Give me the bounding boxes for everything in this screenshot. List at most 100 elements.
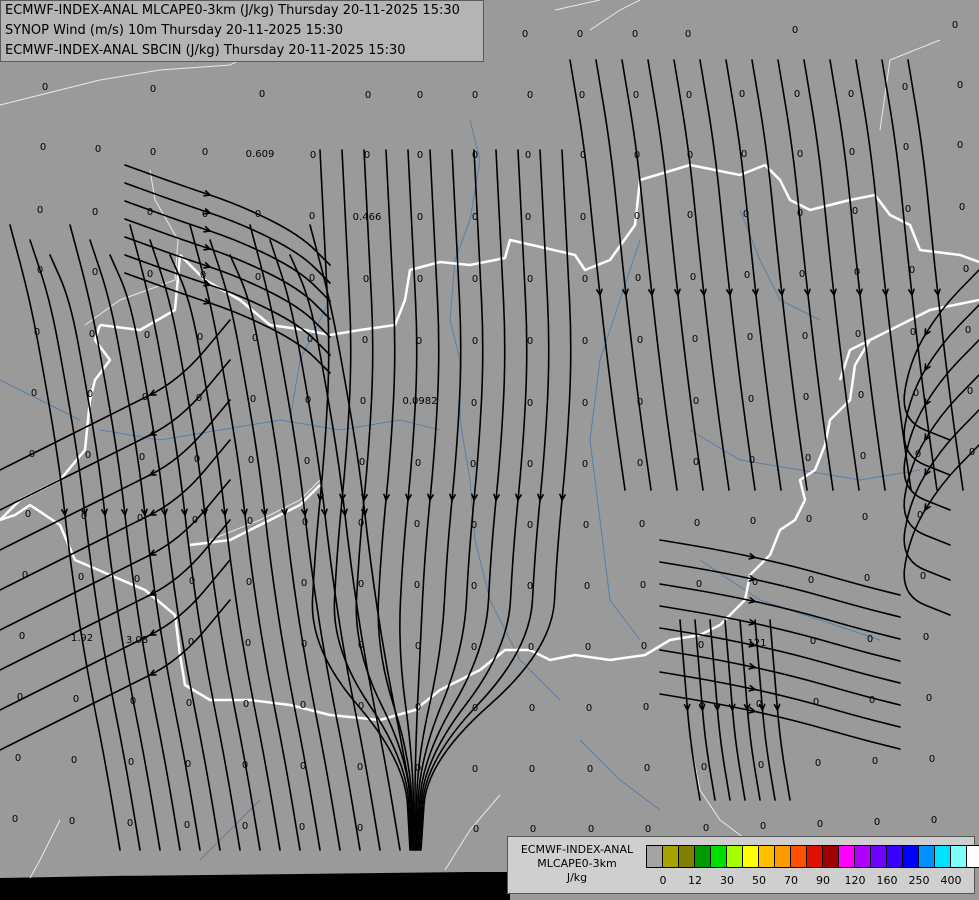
sbcin-value: 0 [855,329,861,340]
sbcin-value: 0 [358,701,364,712]
sbcin-value: 0 [806,514,812,525]
sbcin-value: 0 [739,89,745,100]
sbcin-value: 0 [965,325,971,336]
sbcin-value: 0 [580,212,586,223]
sbcin-value: 0 [202,147,208,158]
legend-label: ECMWF-INDEX-ANAL MLCAPE0-3km J/kg [512,843,642,885]
sbcin-value: 0 [862,512,868,523]
sbcin-value: 0 [414,519,420,530]
sbcin-value: 0 [744,270,750,281]
sbcin-value: 0 [903,142,909,153]
sbcin-value: 0 [259,89,265,100]
sbcin-value: 0 [690,272,696,283]
sbcin-value: 0 [703,823,709,834]
sbcin-value: 0 [701,762,707,773]
sbcin-value: 0 [364,150,370,161]
sbcin-value: 0 [529,764,535,775]
legend-swatch [663,846,679,867]
sbcin-value: 0 [758,760,764,771]
sbcin-value: 0 [643,702,649,713]
sbcin-value: 0 [854,267,860,278]
sbcin-value: 0 [300,700,306,711]
sbcin-value: 0 [923,632,929,643]
sbcin-value: 0 [150,84,156,95]
sbcin-value: 0 [586,703,592,714]
sbcin-value: 0 [645,824,651,835]
sbcin-value: 0 [874,817,880,828]
sbcin-value: 0 [472,90,478,101]
sbcin-value: 0 [802,331,808,342]
sbcin-value: 0 [805,453,811,464]
sbcin-value: 0 [301,639,307,650]
sbcin-value: 0 [150,147,156,158]
sbcin-value: 0 [525,212,531,223]
sbcin-value: 0 [184,820,190,831]
sbcin-value: 0 [917,510,923,521]
sbcin-value: 0 [525,150,531,161]
sbcin-value: 0 [414,580,420,591]
sbcin-value: 0 [73,694,79,705]
legend-swatch [855,846,871,867]
sbcin-value: 0 [797,149,803,160]
title-line-mlcape: ECMWF-INDEX-ANAL MLCAPE0-3km (J/kg) Thur… [5,3,460,18]
legend-swatch [759,846,775,867]
sbcin-value: 0 [471,581,477,592]
sbcin-value: 0 [87,389,93,400]
sbcin-value: 0 [305,395,311,406]
sbcin-value: 0 [81,511,87,522]
sbcin-value: 0 [585,642,591,653]
legend-swatch [695,846,711,867]
sbcin-value: 0 [902,82,908,93]
sbcin-value: 0 [750,516,756,527]
sbcin-value: 0 [686,90,692,101]
sbcin-value: 0 [869,695,875,706]
sbcin-value: 0 [743,209,749,220]
sbcin-value: 0 [357,762,363,773]
sbcin-value: 0 [634,150,640,161]
sbcin-value: 0 [633,90,639,101]
sbcin-value: 0 [472,336,478,347]
sbcin-value: 0 [246,577,252,588]
sbcin-value: 0 [362,335,368,346]
sbcin-value: 0 [144,330,150,341]
legend-tick-label: 160 [876,874,898,887]
sbcin-value: 0 [248,455,254,466]
title-line-synop-wind: SYNOP Wind (m/s) 10m Thursday 20-11-2025… [5,23,344,38]
sbcin-value: 0 [34,327,40,338]
sbcin-value: 0 [637,335,643,346]
sbcin-value: 0 [579,90,585,101]
sbcin-value: 0 [42,82,48,93]
sbcin-value: 0 [255,209,261,220]
sbcin-value: 0 [794,89,800,100]
sbcin-value: 121 [747,638,766,649]
sbcin-value: 0 [186,698,192,709]
sbcin-value: 0 [15,753,21,764]
weather-map: 0 0 0 0 0 0 0 0 0 0 0 0 0 0 0 0 0 0 0 0 0 0 0 0 0 0.609 0 0 0 0 0 0 0 0 0 0… [0,0,979,900]
sbcin-value: 0 [301,578,307,589]
sbcin-value: 0 [583,520,589,531]
sbcin-value: 0 [852,206,858,217]
sbcin-value: 0 [687,150,693,161]
legend-swatch [775,846,791,867]
sbcin-value: 0 [307,334,313,345]
legend-tick-label: 0 [659,874,667,887]
legend-swatch [951,846,967,867]
sbcin-value: 0 [358,579,364,590]
sbcin-value: 0.466 [353,212,382,223]
sbcin-value: 0 [310,150,316,161]
sbcin-value: 0 [528,642,534,653]
sbcin-value: 0 [867,634,873,645]
legend-tick-label: 70 [784,874,798,887]
sbcin-value: 0 [748,394,754,405]
sbcin-value: 0 [577,29,583,40]
sbcin-value: 0 [147,207,153,218]
sbcin-value: 0 [242,760,248,771]
sbcin-value: 0 [915,449,921,460]
sbcin-value: 0 [808,575,814,586]
sbcin-value: 0 [860,451,866,462]
title-line-sbcin: ECMWF-INDEX-ANAL SBCIN (J/kg) Thursday 2… [5,43,406,58]
sbcin-value: 0 [95,144,101,155]
sbcin-value: 0 [913,388,919,399]
legend-swatch [679,846,695,867]
sbcin-value: 0 [92,207,98,218]
